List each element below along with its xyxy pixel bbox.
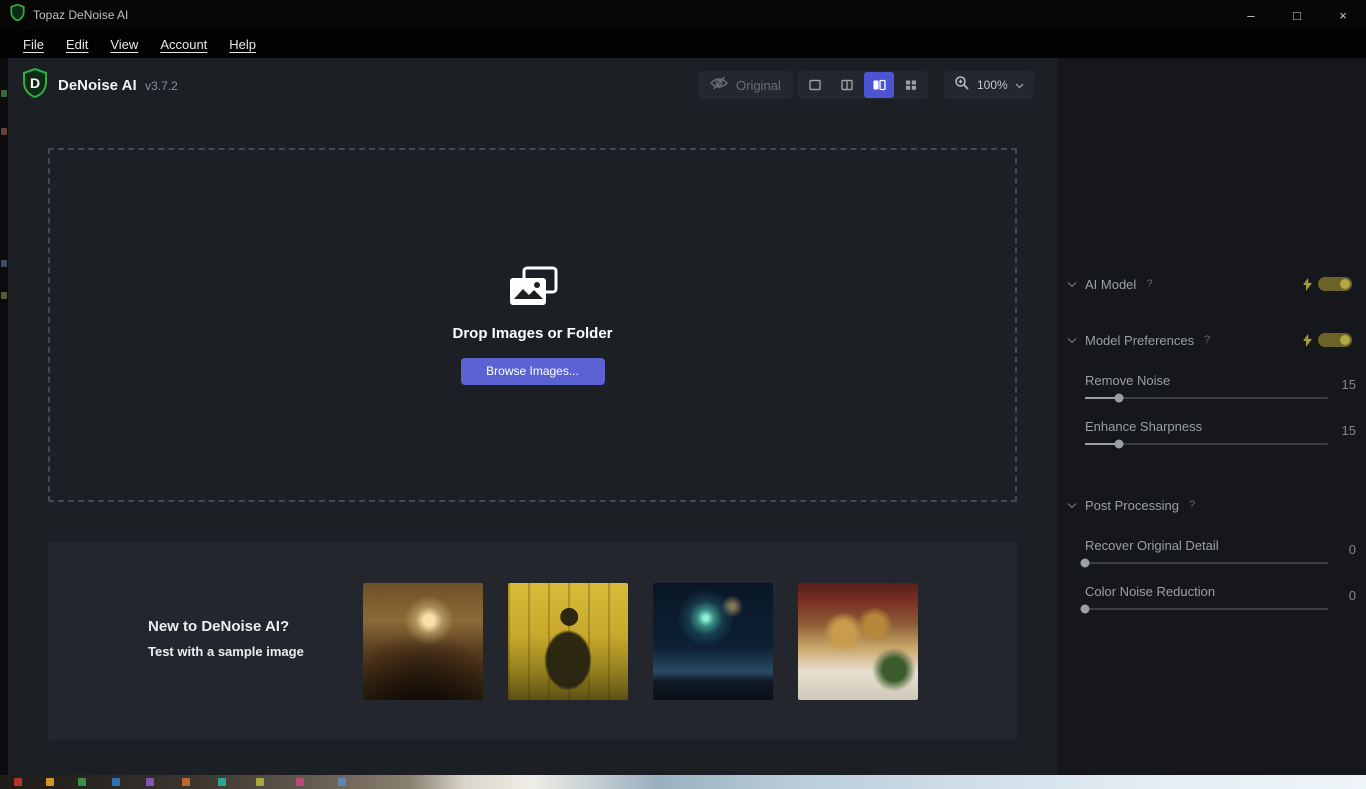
slider-thumb[interactable] bbox=[1080, 558, 1090, 568]
menu-view[interactable]: View bbox=[101, 35, 147, 54]
view-quad-button[interactable] bbox=[896, 72, 926, 98]
slider-label: Recover Original Detail bbox=[1085, 538, 1219, 553]
slider-label: Color Noise Reduction bbox=[1085, 584, 1216, 599]
ai-model-auto-toggle[interactable] bbox=[1318, 277, 1352, 291]
slider-value: 15 bbox=[1341, 423, 1356, 438]
slider-label: Remove Noise bbox=[1085, 373, 1171, 388]
main-area: D DeNoise AI v3.7.2 Original 100% Drop I… bbox=[8, 58, 1057, 775]
app-version: v3.7.2 bbox=[145, 78, 178, 93]
slider-thumb[interactable] bbox=[1080, 604, 1090, 614]
auto-bolt-icon bbox=[1303, 277, 1312, 291]
menu-account[interactable]: Account bbox=[151, 35, 216, 54]
menu-edit[interactable]: Edit bbox=[57, 35, 97, 54]
view-mode-group bbox=[798, 71, 928, 99]
menu-help[interactable]: Help bbox=[220, 35, 265, 54]
recover-original-detail-slider: Recover Original Detail 0 bbox=[1080, 538, 1356, 568]
slider-track[interactable] bbox=[1080, 558, 1328, 568]
view-split-button[interactable] bbox=[832, 72, 862, 98]
samples-text: New to DeNoise AI? Test with a sample im… bbox=[148, 618, 304, 659]
sample-images-panel: New to DeNoise AI? Test with a sample im… bbox=[48, 542, 1017, 740]
slider-thumb[interactable] bbox=[1114, 439, 1124, 449]
menubar: File Edit View Account Help bbox=[0, 30, 1366, 58]
slider-track[interactable] bbox=[1080, 604, 1328, 614]
original-preview-toggle[interactable]: Original bbox=[698, 71, 793, 99]
slider-track[interactable] bbox=[1085, 439, 1328, 449]
slider-thumb[interactable] bbox=[1114, 393, 1124, 403]
menu-file[interactable]: File bbox=[14, 35, 53, 54]
sample-thumbnail-hanging-baskets[interactable] bbox=[798, 583, 918, 700]
help-icon[interactable]: ? bbox=[1146, 278, 1152, 290]
section-label: Model Preferences bbox=[1085, 332, 1195, 348]
window-controls: – □ × bbox=[1228, 0, 1366, 30]
desktop-edge-bottom bbox=[0, 775, 1366, 789]
section-ai-model[interactable]: AI Model ? bbox=[1057, 272, 1366, 296]
zoom-in-icon bbox=[954, 75, 970, 96]
section-label: AI Model bbox=[1085, 276, 1137, 292]
zoom-control[interactable]: 100% bbox=[944, 71, 1034, 99]
sample-thumbnail-fireworks[interactable] bbox=[653, 583, 773, 700]
image-stack-icon bbox=[506, 266, 560, 313]
titlebar-left: Topaz DeNoise AI bbox=[0, 3, 129, 26]
dropzone-title: Drop Images or Folder bbox=[452, 324, 613, 342]
screen: Topaz DeNoise AI – □ × File Edit View Ac… bbox=[0, 0, 1366, 789]
auto-bolt-icon bbox=[1303, 333, 1312, 347]
browse-images-button[interactable]: Browse Images... bbox=[460, 357, 605, 385]
original-label: Original bbox=[736, 77, 781, 93]
help-icon[interactable]: ? bbox=[1204, 334, 1210, 346]
app-shield-icon bbox=[10, 3, 25, 26]
drop-zone[interactable]: Drop Images or Folder Browse Images... bbox=[48, 148, 1017, 502]
denoise-logo-icon: D bbox=[22, 67, 48, 103]
close-button[interactable]: × bbox=[1320, 0, 1366, 30]
samples-subheading: Test with a sample image bbox=[148, 644, 304, 659]
enhance-sharpness-slider: Enhance Sharpness 15 bbox=[1085, 419, 1356, 449]
desktop-edge-left bbox=[0, 58, 8, 775]
slider-label: Enhance Sharpness bbox=[1085, 419, 1203, 434]
samples-heading: New to DeNoise AI? bbox=[148, 618, 290, 635]
help-icon[interactable]: ? bbox=[1189, 499, 1195, 511]
window-title: Topaz DeNoise AI bbox=[33, 8, 129, 22]
slider-track[interactable] bbox=[1085, 393, 1328, 403]
svg-text:D: D bbox=[30, 75, 40, 91]
slider-value: 0 bbox=[1348, 588, 1356, 603]
sample-thumbnail-wooden-interior[interactable] bbox=[363, 583, 483, 700]
section-model-preferences[interactable]: Model Preferences ? bbox=[1057, 328, 1366, 352]
app-name: DeNoise AI bbox=[58, 76, 137, 94]
settings-panel: AI Model ? Model Preferences ? Remove No… bbox=[1057, 58, 1366, 775]
slider-value: 15 bbox=[1341, 377, 1356, 392]
slider-value: 0 bbox=[1348, 542, 1356, 557]
view-single-button[interactable] bbox=[800, 72, 830, 98]
color-noise-reduction-slider: Color Noise Reduction 0 bbox=[1080, 584, 1356, 614]
zoom-value: 100% bbox=[977, 78, 1008, 92]
section-post-processing[interactable]: Post Processing ? bbox=[1057, 493, 1366, 517]
view-side-by-side-button[interactable] bbox=[864, 72, 894, 98]
sample-thumbnail-stained-glass[interactable] bbox=[508, 583, 628, 700]
titlebar: Topaz DeNoise AI – □ × bbox=[0, 0, 1366, 30]
chevron-down-icon bbox=[1067, 337, 1077, 344]
chevron-down-icon bbox=[1015, 76, 1024, 94]
chevron-down-icon bbox=[1067, 502, 1077, 509]
eye-off-icon bbox=[710, 76, 728, 95]
maximize-button[interactable]: □ bbox=[1274, 0, 1320, 30]
model-preferences-auto-toggle[interactable] bbox=[1318, 333, 1352, 347]
app-header: D DeNoise AI v3.7.2 bbox=[22, 67, 178, 103]
section-label: Post Processing bbox=[1085, 497, 1179, 513]
chevron-down-icon bbox=[1067, 281, 1077, 288]
remove-noise-slider: Remove Noise 15 bbox=[1085, 373, 1356, 403]
minimize-button[interactable]: – bbox=[1228, 0, 1274, 30]
